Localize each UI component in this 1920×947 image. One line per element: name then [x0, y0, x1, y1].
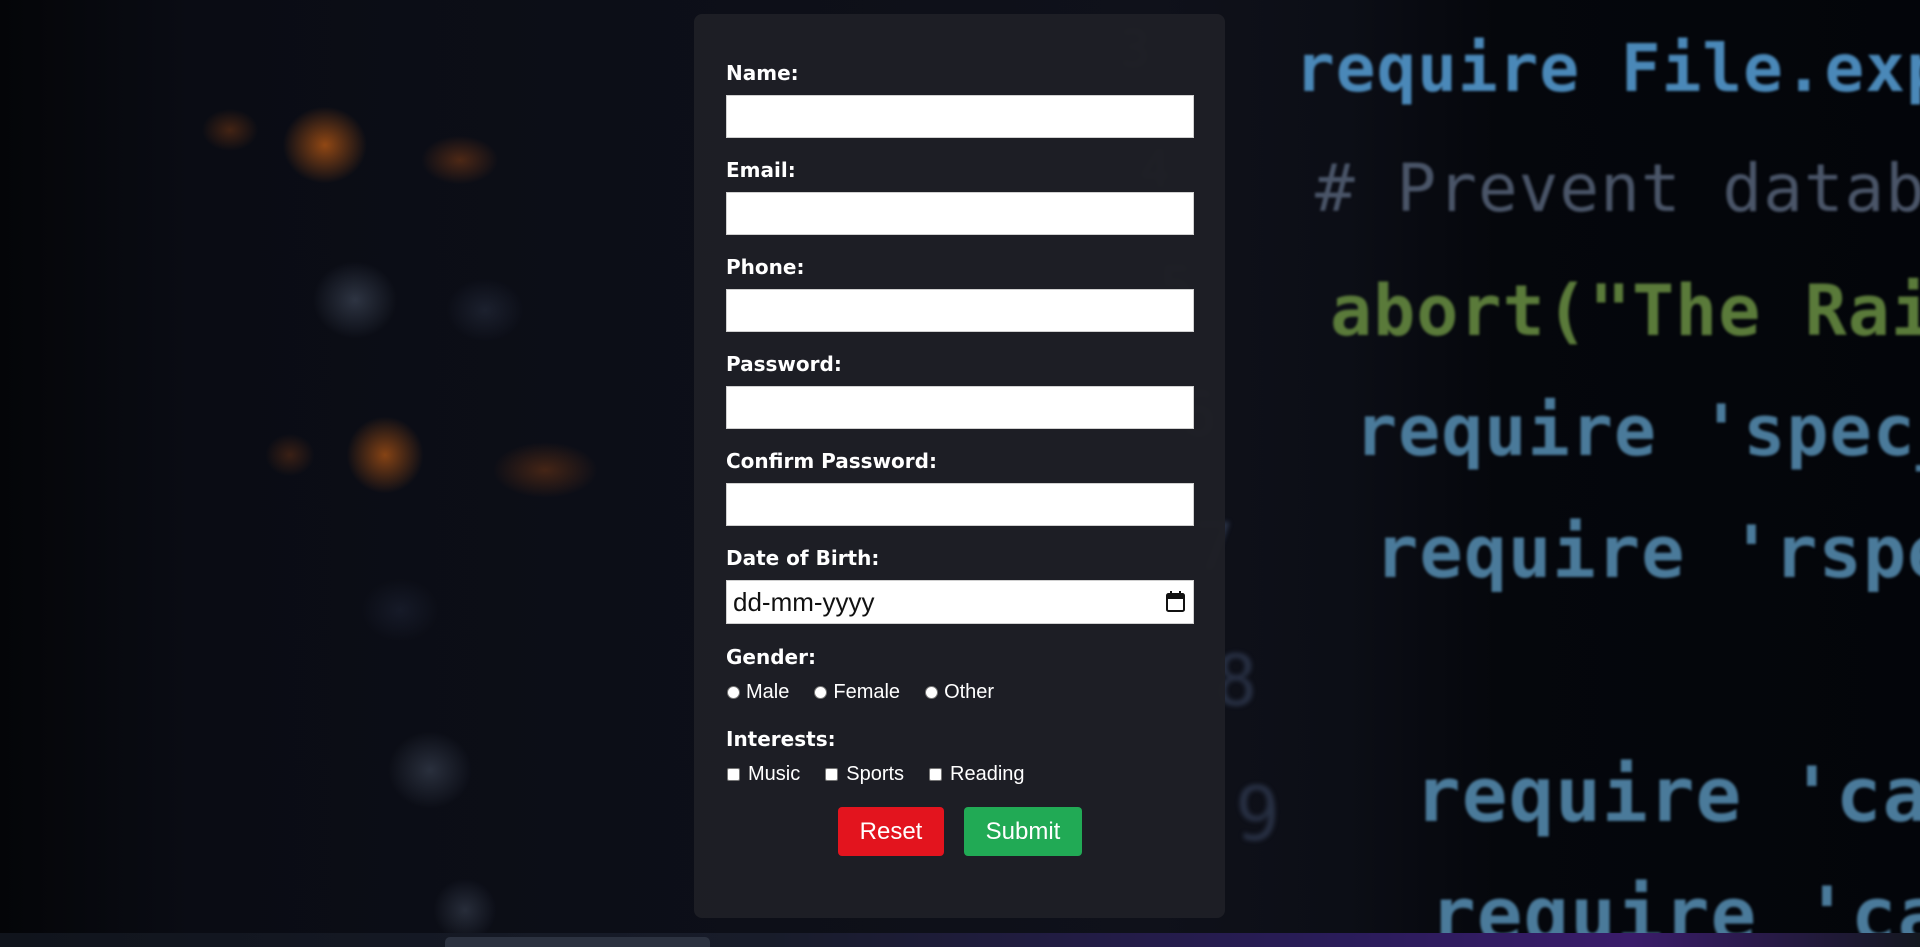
calendar-icon[interactable] — [1166, 591, 1185, 612]
other-label: Other — [944, 680, 995, 703]
sports-checkbox[interactable] — [825, 767, 839, 781]
phone-label: Phone: — [726, 255, 805, 279]
music-label: Music — [748, 762, 801, 785]
male-label: Male — [746, 680, 790, 703]
registration-form: Name: Email: Phone: Password: Confirm Pa… — [694, 14, 1225, 918]
reading-label: Reading — [950, 762, 1025, 785]
taskbar-item[interactable] — [445, 937, 710, 947]
gender-option-other[interactable]: Other — [924, 681, 994, 704]
male-radio[interactable] — [727, 685, 740, 699]
interests-options: Music Sports Reading — [726, 761, 1194, 787]
interest-option-sports[interactable]: Sports — [824, 763, 904, 786]
music-checkbox[interactable] — [727, 767, 740, 781]
code-line: require 'spec_help — [1355, 390, 1920, 472]
code-line: require 'capybar — [1415, 750, 1920, 839]
name-label: Name: — [726, 61, 799, 85]
gender-option-female[interactable]: Female — [813, 681, 900, 704]
confirm-password-input[interactable] — [726, 483, 1194, 526]
gender-options: Male Female Other — [726, 679, 1194, 705]
email-label: Email: — [726, 158, 796, 182]
other-radio[interactable] — [925, 685, 939, 699]
sports-label: Sports — [846, 762, 905, 785]
name-input[interactable] — [726, 95, 1194, 138]
interest-option-music[interactable]: Music — [726, 763, 800, 786]
email-input[interactable] — [726, 192, 1194, 235]
female-radio[interactable] — [814, 685, 828, 699]
female-label: Female — [833, 680, 901, 703]
phone-input[interactable] — [726, 289, 1194, 332]
submit-button[interactable]: Submit — [964, 807, 1082, 856]
line-number: 9 — [1235, 770, 1281, 858]
dob-placeholder: dd-mm-yyyy — [733, 587, 875, 617]
confirm-password-label: Confirm Password: — [726, 449, 937, 473]
interest-option-reading[interactable]: Reading — [928, 763, 1025, 786]
gender-label: Gender: — [726, 645, 816, 669]
gender-option-male[interactable]: Male — [726, 681, 789, 704]
code-line: abort("The Rails e — [1330, 270, 1920, 352]
reset-button[interactable]: Reset — [838, 807, 944, 856]
dob-input[interactable]: dd-mm-yyyy — [726, 580, 1194, 624]
dob-label: Date of Birth: — [726, 546, 880, 570]
code-line: require File.expand_ — [1295, 30, 1920, 107]
reading-checkbox[interactable] — [929, 767, 943, 781]
form-actions: Reset Submit — [726, 807, 1194, 856]
password-input[interactable] — [726, 386, 1194, 429]
interests-label: Interests: — [726, 727, 836, 751]
code-line: require 'rspec/ra — [1375, 510, 1920, 594]
taskbar — [0, 933, 1920, 947]
code-line: # Prevent database — [1315, 150, 1920, 227]
password-label: Password: — [726, 352, 842, 376]
